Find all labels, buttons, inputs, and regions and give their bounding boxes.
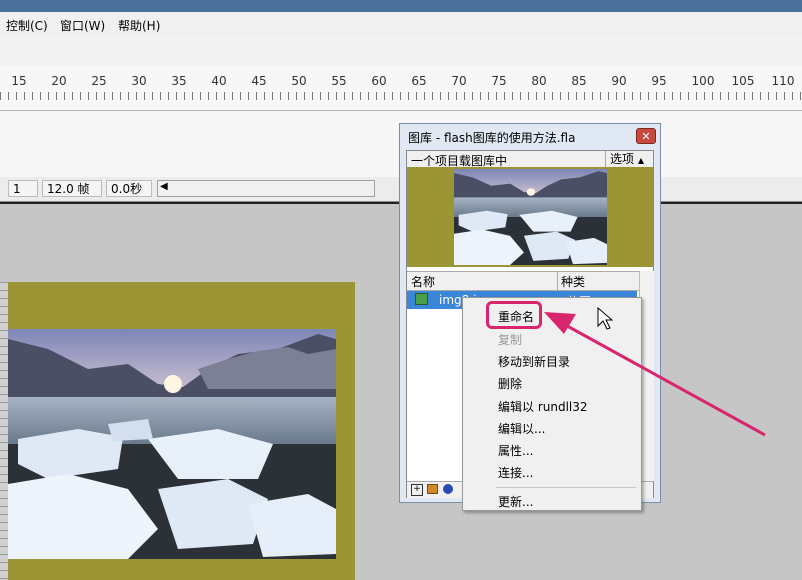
ruler-number: 80 bbox=[531, 74, 547, 88]
bitmap-icon bbox=[415, 293, 428, 305]
elapsed-time: 0.0秒 bbox=[106, 180, 152, 197]
timeline-scrollbar[interactable]: ◀ bbox=[157, 180, 375, 197]
ruler-number: 45 bbox=[251, 74, 267, 88]
ruler-number: 70 bbox=[451, 74, 467, 88]
timeline-ruler: 15 20 25 30 35 40 45 50 55 60 65 70 75 8… bbox=[0, 66, 802, 111]
stage-side-ruler bbox=[0, 282, 8, 580]
ruler-number: 50 bbox=[291, 74, 307, 88]
column-name[interactable]: 名称 bbox=[411, 273, 435, 290]
library-title: 图库 - flash图库的使用方法.fla bbox=[408, 131, 576, 145]
frame-rate: 12.0 帧 bbox=[42, 180, 102, 197]
library-column-header: 名称 种类 bbox=[407, 271, 653, 291]
library-preview bbox=[407, 167, 653, 267]
ruler-number: 65 bbox=[411, 74, 427, 88]
annotation-arrow-icon bbox=[544, 312, 766, 437]
menu-separator bbox=[496, 487, 636, 488]
ruler-number: 35 bbox=[171, 74, 187, 88]
ruler-ticks bbox=[0, 92, 802, 100]
triangle-right-icon: ▲ bbox=[637, 156, 644, 165]
ruler-number: 85 bbox=[571, 74, 587, 88]
ruler-number: 55 bbox=[331, 74, 347, 88]
preview-image bbox=[454, 169, 607, 265]
menu-item-linkage[interactable]: 连接... bbox=[498, 464, 533, 481]
close-button[interactable]: ✕ bbox=[636, 128, 656, 144]
ruler-number: 60 bbox=[371, 74, 387, 88]
ruler-number: 90 bbox=[611, 74, 627, 88]
ruler-number: 40 bbox=[211, 74, 227, 88]
options-menu[interactable]: 选项 ▲ bbox=[605, 151, 653, 167]
stage-bitmap-image[interactable] bbox=[8, 329, 336, 559]
close-icon: ✕ bbox=[641, 130, 651, 143]
ruler-number: 25 bbox=[91, 74, 107, 88]
menu-item-update[interactable]: 更新... bbox=[498, 493, 533, 510]
ruler-number: 20 bbox=[51, 74, 67, 88]
menu-bar: 控制(C) 窗口(W) 帮助(H) bbox=[0, 12, 802, 37]
column-kind[interactable]: 种类 bbox=[561, 273, 585, 290]
ruler-number: 95 bbox=[651, 74, 667, 88]
current-frame: 1 bbox=[8, 180, 38, 197]
menu-window[interactable]: 窗口(W) bbox=[60, 17, 105, 34]
ruler-number: 110 bbox=[771, 74, 795, 88]
toolbar-area bbox=[0, 36, 802, 66]
library-header: 一个项目载图库中 选项 ▲ bbox=[407, 151, 653, 168]
new-folder-icon[interactable] bbox=[427, 484, 438, 494]
window-title-strip bbox=[0, 0, 802, 12]
ruler-number: 100 bbox=[691, 74, 715, 88]
scroll-left-icon[interactable]: ◀ bbox=[160, 181, 168, 192]
cursor-icon bbox=[597, 307, 613, 330]
column-divider bbox=[557, 272, 558, 290]
menu-item-properties[interactable]: 属性... bbox=[498, 442, 533, 459]
menu-item-delete[interactable]: 删除 bbox=[498, 375, 522, 392]
ruler-number: 105 bbox=[731, 74, 755, 88]
new-symbol-icon[interactable]: + bbox=[411, 484, 423, 496]
ruler-number: 15 bbox=[11, 74, 27, 88]
properties-icon[interactable] bbox=[443, 484, 453, 494]
menu-item-copy[interactable]: 复制 bbox=[498, 331, 522, 348]
menu-control[interactable]: 控制(C) bbox=[6, 17, 48, 34]
ruler-number: 75 bbox=[491, 74, 507, 88]
menu-help[interactable]: 帮助(H) bbox=[118, 17, 160, 34]
options-label: 选项 bbox=[610, 152, 635, 166]
ruler-number: 30 bbox=[131, 74, 147, 88]
